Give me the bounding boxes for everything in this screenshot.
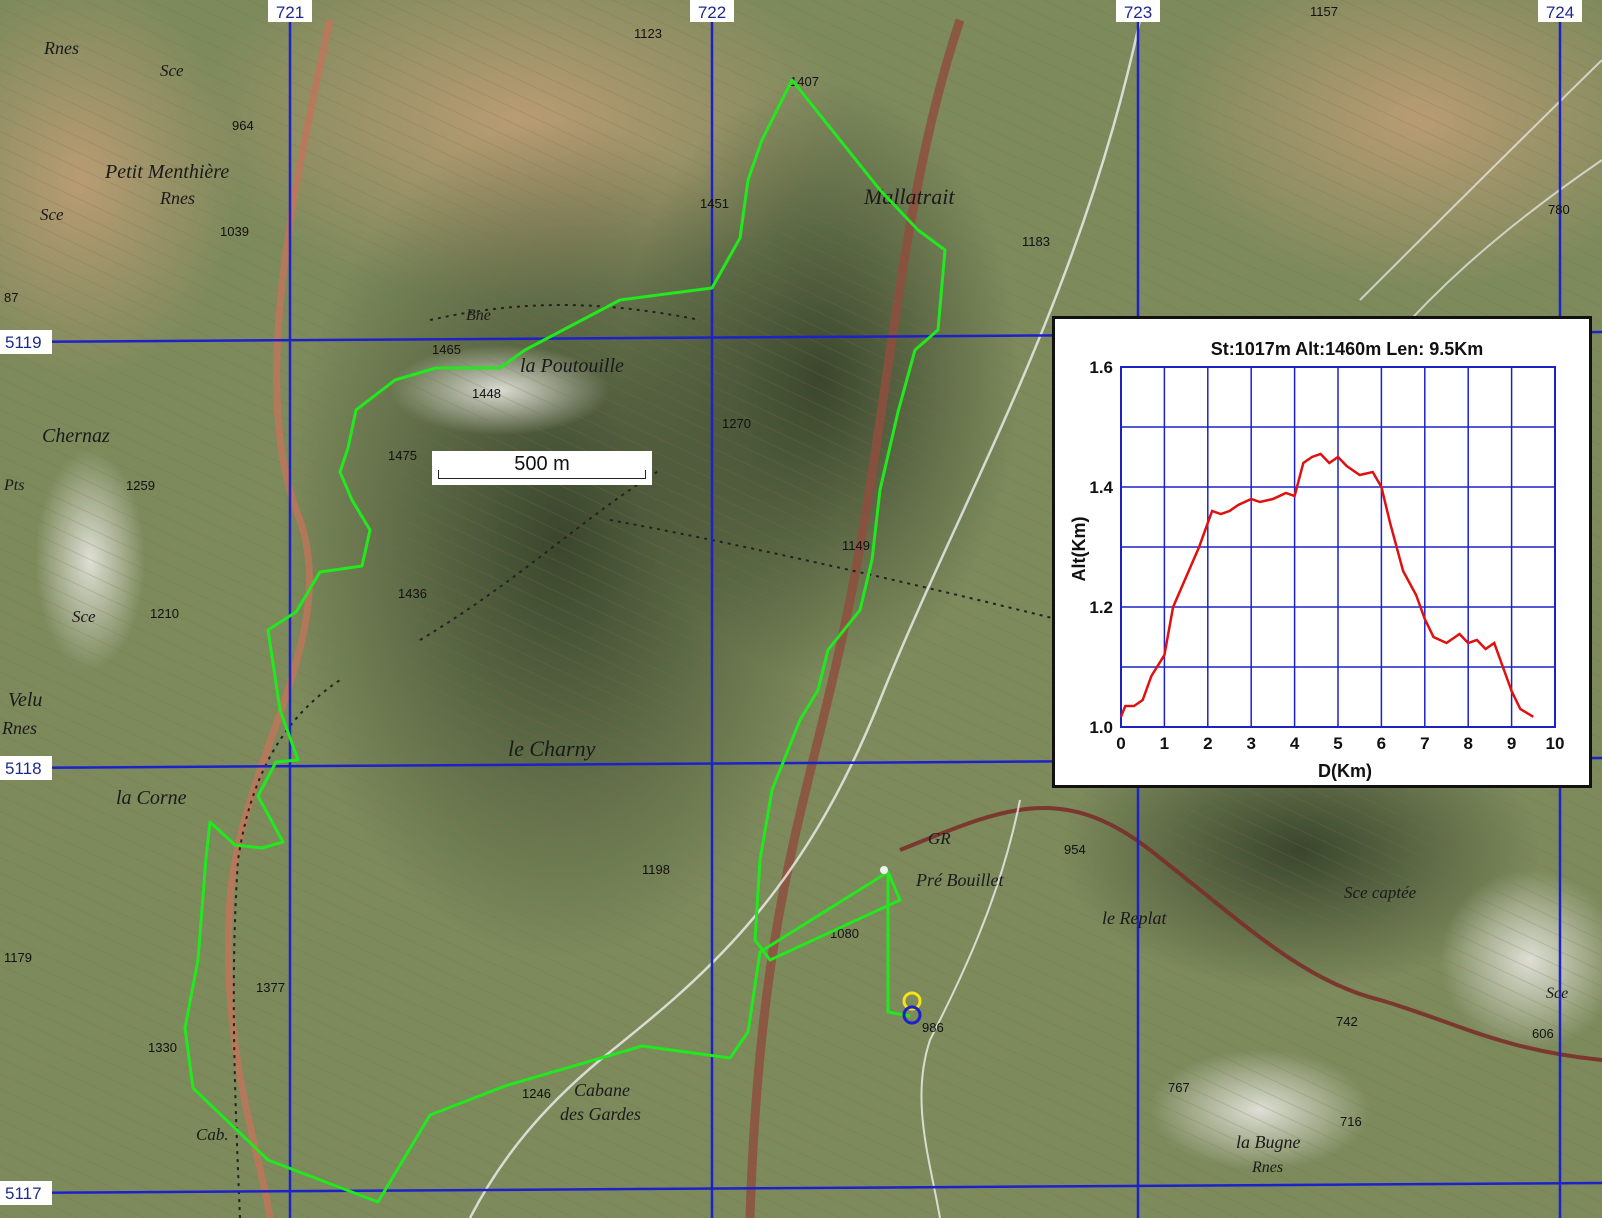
elevation-profile-panel: St:1017m Alt:1460m Len: 9.5Km 0 1 2 3 4 5 6 7 8 9… (1052, 316, 1592, 788)
spot-height: 1183 (1022, 234, 1050, 249)
scale-bar: 500 m (432, 451, 652, 485)
place-label: Pré Bouillet (915, 870, 1004, 890)
grid-label-side: 5119 (5, 333, 42, 352)
place-label: Sce (160, 61, 184, 80)
place-label: Rnes (43, 38, 79, 58)
profile-y-tick: 1.2 (1089, 598, 1113, 617)
spot-height: 986 (922, 1020, 944, 1035)
place-label: la Corne (116, 787, 187, 809)
profile-x-tick: 1 (1160, 734, 1169, 753)
spot-height: 1198 (642, 862, 670, 877)
spot-height: 1080 (830, 926, 859, 941)
grid-label-top: 724 (1546, 3, 1574, 22)
spot-height: 954 (1064, 842, 1086, 857)
spot-height: 1157 (1310, 4, 1338, 19)
profile-grid (1120, 366, 1556, 728)
spot-height: 1330 (148, 1040, 177, 1055)
spot-height: 606 (1532, 1026, 1554, 1041)
place-label: Petit Menthière (104, 161, 229, 183)
profile-x-tick: 7 (1420, 734, 1429, 753)
profile-x-tick: 5 (1333, 734, 1342, 753)
profile-x-tick: 10 (1546, 734, 1565, 753)
spot-height: 1451 (700, 196, 729, 211)
profile-stats: St:1017m Alt:1460m Len: 9.5Km (1211, 339, 1483, 359)
place-label: Rnes (159, 188, 195, 208)
profile-x-tick: 9 (1507, 734, 1516, 753)
spot-height: 1210 (150, 606, 179, 621)
place-label: Sce (72, 607, 96, 626)
place-label: la Poutouille (520, 355, 624, 377)
spot-height: 1149 (842, 538, 870, 553)
spot-height: 1259 (126, 478, 155, 493)
profile-y-tick: 1.6 (1089, 358, 1113, 377)
spot-height: 87 (4, 290, 18, 305)
place-label: Cabane (574, 1080, 630, 1100)
place-label: GR (928, 829, 951, 848)
spot-height: 767 (1168, 1080, 1190, 1095)
spot-height: 1377 (256, 980, 285, 995)
profile-series-line (1119, 452, 1534, 718)
scale-bar-line (438, 470, 646, 479)
place-label: Pts (3, 477, 24, 494)
place-label: Chernaz (42, 425, 110, 447)
spot-height: 1465 (432, 342, 461, 357)
place-label: Velu (8, 689, 42, 711)
elevation-profile-chart: St:1017m Alt:1460m Len: 9.5Km 0 1 2 3 4 5 6 7 8 9… (1069, 339, 1564, 781)
place-label: Bne (466, 307, 491, 324)
place-label: Sce (1546, 985, 1568, 1002)
spot-height: 1436 (398, 586, 427, 601)
spot-height: 716 (1340, 1114, 1362, 1129)
grid-label-side: 5117 (5, 1184, 42, 1203)
junction-marker (880, 866, 888, 874)
profile-x-label: D(Km) (1318, 761, 1372, 781)
profile-x-tick: 0 (1116, 734, 1125, 753)
grid-label-side: 5118 (5, 759, 42, 778)
profile-y-tick: 1.0 (1089, 718, 1113, 737)
place-label: Rnes (1251, 1159, 1283, 1176)
profile-x-tick: 6 (1377, 734, 1386, 753)
place-label: Rnes (1, 718, 37, 738)
map-viewer: 721 722 723 724 5119 5118 5117 Rnes Sce Petit Me… (0, 0, 1602, 1218)
place-label: le Charny (508, 736, 596, 761)
spot-height: 1179 (4, 950, 32, 965)
place-label: Sce captée (1344, 883, 1417, 902)
profile-x-tick: 8 (1463, 734, 1472, 753)
place-label: des Gardes (560, 1104, 641, 1124)
spot-height: 742 (1336, 1014, 1358, 1029)
grid-label-top: 721 (276, 3, 304, 22)
profile-y-label: Alt(Km) (1069, 517, 1089, 582)
place-label: la Bugne (1236, 1132, 1301, 1152)
place-label: le Replat (1102, 908, 1167, 928)
spot-height: 1448 (472, 386, 501, 401)
profile-x-tick: 2 (1203, 734, 1212, 753)
place-label: Sce (40, 205, 64, 224)
grid-label-top: 723 (1124, 3, 1152, 22)
profile-y-ticks: 1.0 1.2 1.4 1.6 (1089, 358, 1113, 737)
spot-height: 1123 (634, 26, 662, 41)
spot-height: 1039 (220, 224, 249, 239)
profile-x-ticks: 0 1 2 3 4 5 6 7 8 9 10 (1116, 734, 1564, 753)
grid-label-top: 722 (698, 3, 726, 22)
profile-y-tick: 1.4 (1089, 478, 1113, 497)
spot-height: 1270 (722, 416, 751, 431)
profile-x-tick: 4 (1290, 734, 1300, 753)
spot-height: 780 (1548, 202, 1570, 217)
profile-x-tick: 3 (1246, 734, 1255, 753)
spot-height: 1246 (522, 1086, 551, 1101)
spot-height: 964 (232, 118, 254, 133)
place-label: Cab. (196, 1125, 229, 1144)
spot-height: 1475 (388, 448, 417, 463)
